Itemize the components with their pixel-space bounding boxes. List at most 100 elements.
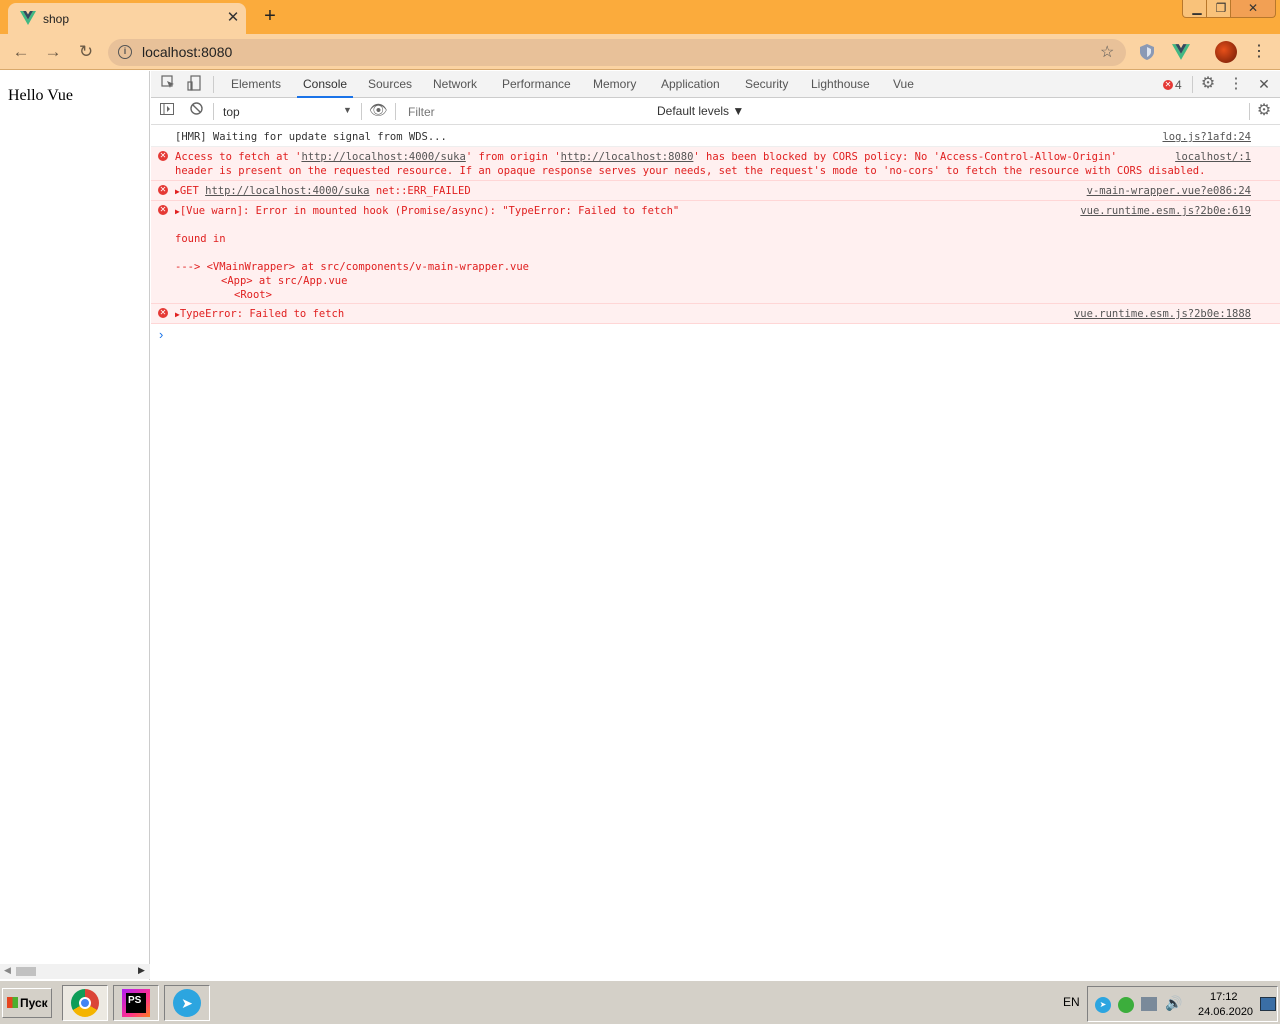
error-icon: ✕ xyxy=(158,151,168,161)
console-error-row[interactable]: ✕ ▶TypeError: Failed to fetch vue.runtim… xyxy=(151,304,1280,324)
os-taskbar: Пуск PS ➤ EN ➤ 🔊 17:12 24.06.2020 xyxy=(0,980,1280,1024)
vue-warn-text: [Vue warn]: Error in mounted hook (Promi… xyxy=(179,205,680,217)
taskbar-telegram-button[interactable]: ➤ xyxy=(164,985,210,1021)
show-desktop-icon[interactable] xyxy=(1260,997,1276,1011)
tab-network[interactable]: Network xyxy=(431,71,479,98)
error-message-line: header is present on the requested resou… xyxy=(175,165,1206,177)
error-source-link[interactable]: localhost/:1 xyxy=(1175,150,1251,164)
tray-telegram-icon[interactable]: ➤ xyxy=(1095,997,1111,1013)
request-method: GET xyxy=(179,185,199,197)
found-in-text: found in xyxy=(175,233,226,245)
tab-security[interactable]: Security xyxy=(743,71,790,98)
tab-elements[interactable]: Elements xyxy=(229,71,283,98)
error-count-icon[interactable]: ✕ xyxy=(1163,80,1173,90)
live-expression-eye-icon[interactable]: 👁 xyxy=(369,102,388,120)
console-error-row[interactable]: ✕ ▶[Vue warn]: Error in mounted hook (Pr… xyxy=(151,201,1280,304)
address-url[interactable]: localhost:8080 xyxy=(142,44,232,60)
devtools-tabbar: Elements Console Sources Network Perform… xyxy=(151,71,1280,98)
vue-logo-icon xyxy=(20,11,36,25)
toolbar-divider xyxy=(213,76,214,93)
tray-security-icon[interactable] xyxy=(1118,997,1134,1013)
browser-tab[interactable]: shop ✕ xyxy=(8,3,246,34)
address-bar[interactable]: i localhost:8080 ☆ xyxy=(108,39,1126,66)
page-viewport: Hello Vue ◀ ▶ xyxy=(0,71,150,980)
back-icon[interactable]: ← xyxy=(9,41,33,63)
error-url-link[interactable]: http://localhost:4000/suka xyxy=(301,151,465,163)
devtools-settings-icon[interactable]: ⚙ xyxy=(1199,75,1217,93)
clear-console-icon[interactable] xyxy=(187,102,205,120)
error-icon: ✕ xyxy=(158,205,168,215)
start-button[interactable]: Пуск xyxy=(2,988,52,1018)
clock-date[interactable]: 24.06.2020 xyxy=(1198,1006,1253,1018)
profile-avatar[interactable] xyxy=(1215,41,1237,63)
devtools-close-icon[interactable]: ✕ xyxy=(1255,75,1273,93)
close-window-button[interactable]: ✕ xyxy=(1230,0,1276,18)
tab-application[interactable]: Application xyxy=(659,71,722,98)
request-url-link[interactable]: http://localhost:4000/suka xyxy=(205,185,369,197)
console-log-row: [HMR] Waiting for update signal from WDS… xyxy=(151,127,1280,147)
error-source-link[interactable]: v-main-wrapper.vue?e086:24 xyxy=(1087,184,1251,198)
site-info-icon[interactable]: i xyxy=(118,45,132,59)
error-source-link[interactable]: vue.runtime.esm.js?2b0e:1888 xyxy=(1074,307,1251,321)
error-message-line: ▶TypeError: Failed to fetch xyxy=(175,307,344,322)
device-toolbar-icon[interactable] xyxy=(185,75,203,93)
tab-console[interactable]: Console xyxy=(297,71,354,98)
console-error-row[interactable]: ✕ ▶GET http://localhost:4000/suka net::E… xyxy=(151,181,1280,201)
taskbar-phpstorm-button[interactable]: PS xyxy=(113,985,159,1021)
toolbar-divider xyxy=(1249,103,1250,120)
tab-performance[interactable]: Performance xyxy=(500,71,573,98)
taskbar-chrome-button[interactable] xyxy=(62,985,108,1021)
vue-devtools-extension-icon[interactable] xyxy=(1172,44,1190,60)
console-filter-input[interactable] xyxy=(400,103,648,121)
tray-network-icon[interactable] xyxy=(1141,997,1157,1011)
context-select[interactable]: top ▼ xyxy=(217,103,357,121)
horizontal-scrollbar[interactable]: ◀ ▶ xyxy=(0,964,150,979)
error-url-link[interactable]: http://localhost:8080 xyxy=(561,151,694,163)
language-indicator[interactable]: EN xyxy=(1063,995,1080,1009)
system-tray: ➤ 🔊 17:12 24.06.2020 xyxy=(1087,986,1278,1022)
console-toolbar: top ▼ 👁 Default levels ▼ ⚙ xyxy=(151,98,1280,125)
console-error-row: ✕ Access to fetch at 'http://localhost:4… xyxy=(151,147,1280,181)
error-text: ' has been blocked by CORS policy: No 'A… xyxy=(693,151,1117,163)
component-trace-line: <App> at src/App.vue xyxy=(221,275,348,287)
browser-menu-icon[interactable]: ⋮ xyxy=(1247,41,1271,63)
reload-icon[interactable]: ↻ xyxy=(74,41,98,63)
error-message-line: ▶[Vue warn]: Error in mounted hook (Prom… xyxy=(175,204,679,219)
chrome-icon-center xyxy=(79,997,91,1009)
error-icon: ✕ xyxy=(158,185,168,195)
log-source-link[interactable]: log.js?1afd:24 xyxy=(1162,130,1251,144)
error-source-link[interactable]: vue.runtime.esm.js?2b0e:619 xyxy=(1080,204,1251,218)
error-message-line: ▶GET http://localhost:4000/suka net::ERR… xyxy=(175,184,471,199)
browser-titlebar: shop ✕ + ▁ ❐ ✕ xyxy=(0,0,1280,34)
tab-memory[interactable]: Memory xyxy=(591,71,638,98)
tab-lighthouse[interactable]: Lighthouse xyxy=(809,71,872,98)
toolbar-divider xyxy=(361,103,362,120)
scrollbar-thumb[interactable] xyxy=(16,967,36,976)
component-trace-line: ---> <VMainWrapper> at src/components/v-… xyxy=(175,261,530,273)
error-text: Access to fetch at ' xyxy=(175,151,302,163)
new-tab-button[interactable]: + xyxy=(259,5,281,27)
extension-shield-icon[interactable] xyxy=(1139,43,1155,61)
tab-close-icon[interactable]: ✕ xyxy=(224,9,242,27)
log-levels-dropdown[interactable]: Default levels ▼ xyxy=(657,104,744,118)
error-text: ' from origin ' xyxy=(465,151,561,163)
error-message-line: Access to fetch at 'http://localhost:400… xyxy=(175,150,1117,164)
devtools-panel: Elements Console Sources Network Perform… xyxy=(151,71,1280,980)
error-count[interactable]: 4 xyxy=(1175,78,1182,92)
toolbar-divider xyxy=(1192,76,1193,93)
inspect-element-icon[interactable] xyxy=(159,75,177,93)
sidebar-toggle-icon[interactable] xyxy=(158,102,176,120)
tray-volume-icon[interactable]: 🔊 xyxy=(1165,995,1182,1012)
console-prompt-chevron-icon[interactable]: › xyxy=(159,327,163,342)
scroll-left-icon[interactable]: ◀ xyxy=(4,965,11,976)
console-settings-icon[interactable]: ⚙ xyxy=(1255,102,1273,120)
clock-time[interactable]: 17:12 xyxy=(1210,991,1238,1003)
scroll-right-icon[interactable]: ▶ xyxy=(138,965,145,976)
tab-sources[interactable]: Sources xyxy=(366,71,414,98)
start-label: Пуск xyxy=(20,996,48,1010)
tab-vue[interactable]: Vue xyxy=(891,71,916,98)
devtools-menu-icon[interactable]: ⋮ xyxy=(1227,75,1245,93)
context-value: top xyxy=(223,105,240,119)
bookmark-star-icon[interactable]: ☆ xyxy=(1100,42,1114,62)
forward-icon[interactable]: → xyxy=(41,41,65,63)
